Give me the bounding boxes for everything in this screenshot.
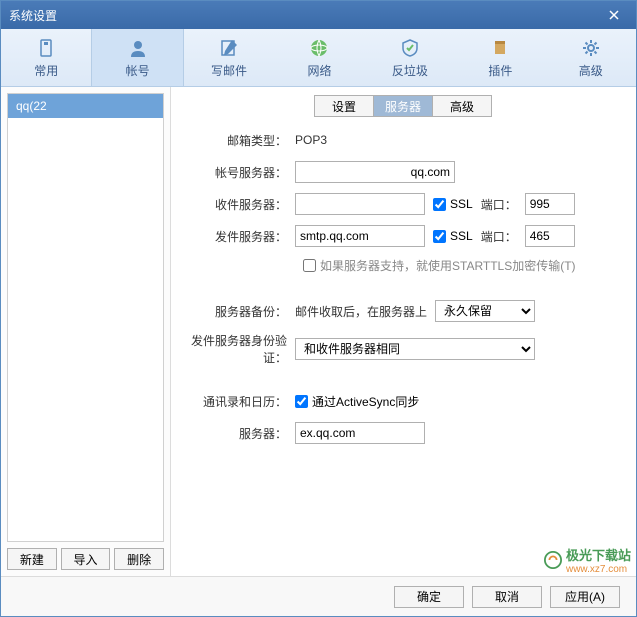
content-area: qq(22 新建 导入 删除 设置 服务器 高级 邮箱类型： POP3 bbox=[1, 87, 636, 576]
starttls-checkbox[interactable] bbox=[303, 259, 316, 272]
row-backup: 服务器备份： 邮件收取后，在服务器上 永久保留 bbox=[183, 300, 624, 322]
row-starttls: 如果服务器支持，就使用STARTTLS加密传输(T) bbox=[183, 257, 624, 274]
server-form: 邮箱类型： POP3 帐号服务器： 收件服务器： SSL bbox=[183, 129, 624, 576]
row-mailbox-type: 邮箱类型： POP3 bbox=[183, 129, 624, 151]
backup-select[interactable]: 永久保留 bbox=[435, 300, 535, 322]
close-icon bbox=[609, 10, 619, 20]
activesync-label: 通过ActiveSync同步 bbox=[312, 393, 419, 410]
row-auth: 发件服务器身份验证： 和收件服务器相同 bbox=[183, 332, 624, 366]
row-outgoing: 发件服务器： SSL 端口： bbox=[183, 225, 624, 247]
tab-network[interactable]: 网络 bbox=[274, 29, 364, 86]
row-sync-server: 服务器： bbox=[183, 422, 624, 444]
incoming-ssl-checkbox[interactable]: SSL bbox=[433, 197, 473, 211]
gear-icon bbox=[579, 36, 603, 60]
tab-account[interactable]: 帐号 bbox=[91, 29, 183, 86]
outgoing-server-input[interactable] bbox=[295, 225, 425, 247]
contacts-label: 通讯录和日历： bbox=[183, 393, 295, 410]
row-incoming: 收件服务器： SSL 端口： bbox=[183, 193, 624, 215]
shield-icon bbox=[398, 36, 422, 60]
incoming-port-input[interactable] bbox=[525, 193, 575, 215]
account-server-input[interactable] bbox=[295, 161, 455, 183]
apply-button[interactable]: 应用(A) bbox=[550, 586, 620, 608]
sidebar-buttons: 新建 导入 删除 bbox=[7, 548, 164, 570]
network-icon bbox=[307, 36, 331, 60]
incoming-server-input[interactable] bbox=[295, 193, 425, 215]
window-title: 系统设置 bbox=[9, 7, 600, 24]
subtab-server[interactable]: 服务器 bbox=[373, 95, 433, 117]
incoming-label: 收件服务器： bbox=[183, 196, 295, 213]
subtab-advanced[interactable]: 高级 bbox=[432, 95, 492, 117]
incoming-ssl-input[interactable] bbox=[433, 198, 446, 211]
outgoing-ssl-checkbox[interactable]: SSL bbox=[433, 229, 473, 243]
outgoing-port-input[interactable] bbox=[525, 225, 575, 247]
cancel-button[interactable]: 取消 bbox=[472, 586, 542, 608]
row-account-server: 帐号服务器： bbox=[183, 161, 624, 183]
ssl-label: SSL bbox=[450, 197, 473, 211]
sync-server-input[interactable] bbox=[295, 422, 425, 444]
account-list-item[interactable]: qq(22 bbox=[8, 94, 163, 118]
subtabs: 设置 服务器 高级 bbox=[183, 95, 624, 117]
ok-button[interactable]: 确定 bbox=[394, 586, 464, 608]
settings-window: 系统设置 常用 帐号 写邮件 网络 反垃圾 插件 bbox=[0, 0, 637, 617]
tab-label: 插件 bbox=[488, 62, 512, 79]
account-server-label: 帐号服务器： bbox=[183, 164, 295, 181]
tab-label: 写邮件 bbox=[211, 62, 247, 79]
account-sidebar: qq(22 新建 导入 删除 bbox=[1, 87, 171, 576]
subtab-settings[interactable]: 设置 bbox=[314, 95, 374, 117]
tab-label: 帐号 bbox=[126, 62, 150, 79]
tab-compose[interactable]: 写邮件 bbox=[184, 29, 274, 86]
account-name: qq(22 bbox=[16, 99, 47, 113]
sync-server-label: 服务器： bbox=[183, 425, 295, 442]
titlebar: 系统设置 bbox=[1, 1, 636, 29]
import-button[interactable]: 导入 bbox=[61, 548, 111, 570]
auth-select[interactable]: 和收件服务器相同 bbox=[295, 338, 535, 360]
outgoing-label: 发件服务器： bbox=[183, 228, 295, 245]
account-list[interactable]: qq(22 bbox=[7, 93, 164, 542]
dialog-footer: 确定 取消 应用(A) bbox=[1, 576, 636, 616]
outgoing-port-label: 端口： bbox=[481, 228, 517, 245]
tab-plugins[interactable]: 插件 bbox=[455, 29, 545, 86]
outgoing-ssl-input[interactable] bbox=[433, 230, 446, 243]
compose-icon bbox=[217, 36, 241, 60]
auth-label: 发件服务器身份验证： bbox=[183, 332, 295, 366]
tab-general[interactable]: 常用 bbox=[1, 29, 91, 86]
ssl-label: SSL bbox=[450, 229, 473, 243]
tab-label: 反垃圾 bbox=[392, 62, 428, 79]
tab-label: 高级 bbox=[579, 62, 603, 79]
backup-prefix: 邮件收取后，在服务器上 bbox=[295, 303, 427, 320]
main-panel: 设置 服务器 高级 邮箱类型： POP3 帐号服务器： 收件服务器： bbox=[171, 87, 636, 576]
tab-antispam[interactable]: 反垃圾 bbox=[365, 29, 455, 86]
activesync-input[interactable] bbox=[295, 395, 308, 408]
backup-label: 服务器备份： bbox=[183, 303, 295, 320]
tab-label: 常用 bbox=[34, 62, 58, 79]
plugin-icon bbox=[488, 36, 512, 60]
close-button[interactable] bbox=[600, 1, 628, 29]
row-contacts: 通讯录和日历： 通过ActiveSync同步 bbox=[183, 390, 624, 412]
mailbox-type-label: 邮箱类型： bbox=[183, 132, 295, 149]
tab-label: 网络 bbox=[307, 62, 331, 79]
general-icon bbox=[34, 36, 58, 60]
activesync-checkbox[interactable]: 通过ActiveSync同步 bbox=[295, 393, 419, 410]
account-icon bbox=[126, 36, 150, 60]
delete-button[interactable]: 删除 bbox=[114, 548, 164, 570]
tab-advanced[interactable]: 高级 bbox=[546, 29, 636, 86]
starttls-label: 如果服务器支持，就使用STARTTLS加密传输(T) bbox=[320, 257, 576, 274]
toolbar: 常用 帐号 写邮件 网络 反垃圾 插件 高级 bbox=[1, 29, 636, 87]
new-account-button[interactable]: 新建 bbox=[7, 548, 57, 570]
mailbox-type-value: POP3 bbox=[295, 133, 327, 147]
incoming-port-label: 端口： bbox=[481, 196, 517, 213]
